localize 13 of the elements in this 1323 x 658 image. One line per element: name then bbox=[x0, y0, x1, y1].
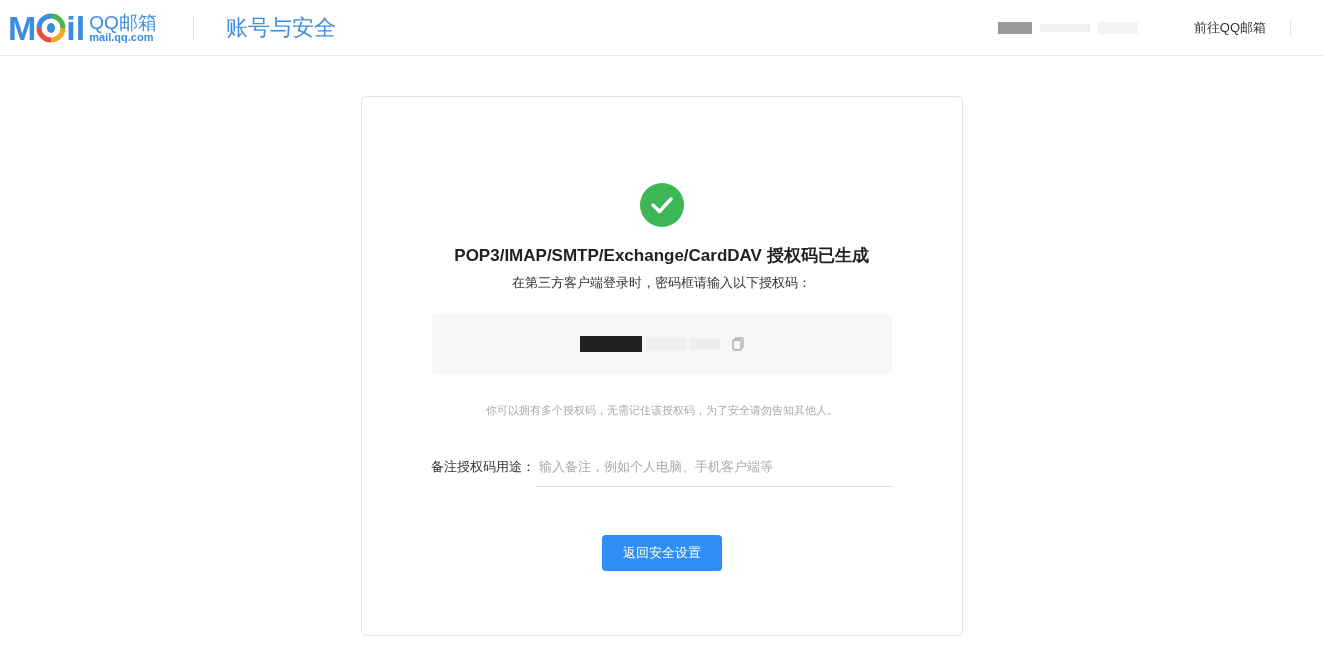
copy-icon[interactable] bbox=[731, 337, 744, 351]
security-note: 你可以拥有多个授权码，无需记住该授权码，为了安全请勿告知其他人。 bbox=[485, 403, 838, 418]
remark-label: 备注授权码用途： bbox=[430, 457, 535, 476]
logo-letter: M bbox=[8, 10, 37, 45]
page-title: 账号与安全 bbox=[225, 14, 336, 42]
brand-name: QQ邮箱 bbox=[89, 12, 157, 32]
remark-input-field[interactable]: 输入备注，例如个人电脑、手机客户端等 bbox=[534, 446, 893, 487]
success-check-icon bbox=[639, 183, 684, 227]
card-title: POP3/IMAP/SMTP/Exchange/CardDAV 授权码已生成 bbox=[454, 245, 869, 267]
logo-ring-icon bbox=[36, 12, 67, 43]
go-to-mail-link[interactable]: 前往QQ邮箱 bbox=[1193, 17, 1266, 38]
card-subtitle: 在第三方客户端登录时，密码框请输入以下授权码： bbox=[512, 273, 811, 292]
logo-letters: il bbox=[66, 10, 86, 45]
